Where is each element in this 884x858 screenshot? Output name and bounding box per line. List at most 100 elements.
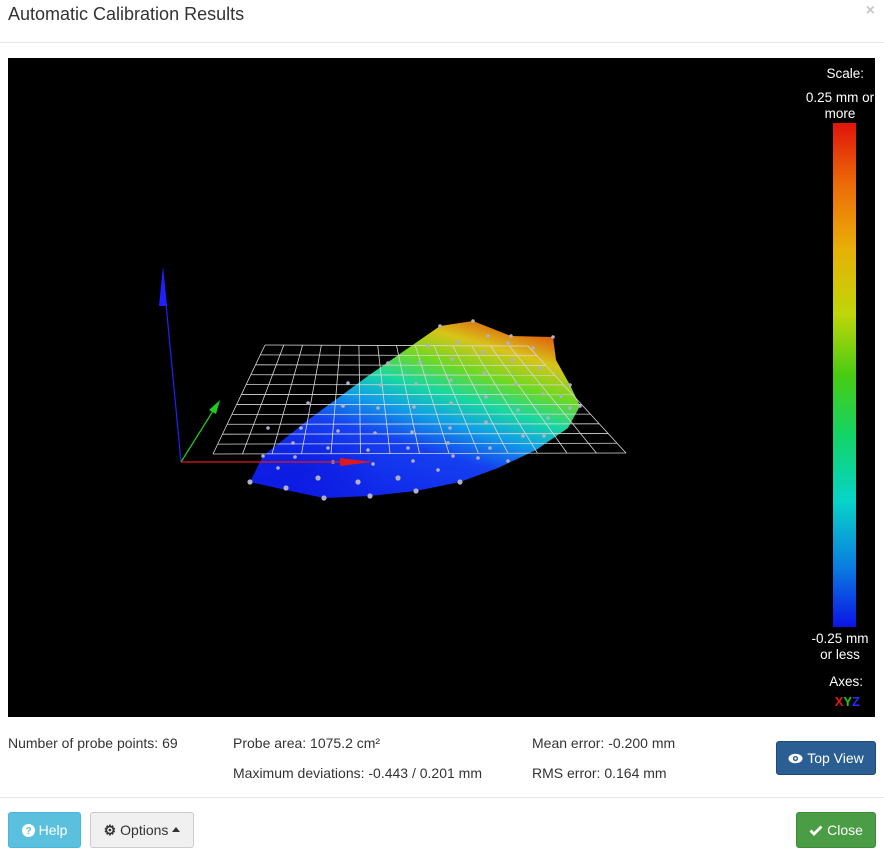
probe-point xyxy=(283,485,288,490)
probe-point xyxy=(276,466,280,470)
svg-text:?: ? xyxy=(25,826,31,837)
top-view-button[interactable]: Top View xyxy=(776,741,876,775)
options-label: Options xyxy=(120,822,168,838)
probe-point xyxy=(376,406,380,410)
probe-point xyxy=(451,454,455,458)
probe-point xyxy=(446,441,450,445)
probe-point xyxy=(568,406,572,410)
probe-point xyxy=(386,361,390,365)
dialog-header: Automatic Calibration Results × xyxy=(0,0,884,43)
help-button[interactable]: ? Help xyxy=(8,812,81,848)
z-axis-arrow xyxy=(159,266,167,306)
scale-max-label: 0.25 mm or more xyxy=(805,90,875,122)
probe-point xyxy=(379,383,383,387)
probe-point xyxy=(546,416,550,420)
probe-point xyxy=(336,429,340,433)
probe-point xyxy=(471,319,475,323)
close-icon[interactable]: × xyxy=(866,2,875,20)
probe-points-count: Number of probe points: 69 xyxy=(8,735,178,751)
probe-point xyxy=(568,383,572,387)
probe-point xyxy=(542,434,546,438)
probe-point xyxy=(413,488,418,493)
probe-point xyxy=(457,479,462,484)
probe-point xyxy=(418,360,422,364)
probe-point xyxy=(412,405,416,409)
probe-point xyxy=(346,381,350,385)
probe-point xyxy=(247,479,252,484)
color-scale-bar xyxy=(833,123,856,627)
question-circle-icon: ? xyxy=(22,824,35,837)
grid-line xyxy=(213,345,265,454)
probe-point xyxy=(516,408,520,412)
probe-point xyxy=(367,493,372,498)
probe-point xyxy=(321,495,326,500)
probe-point xyxy=(326,446,330,450)
probe-point xyxy=(506,341,510,345)
probe-point xyxy=(514,382,518,386)
probe-point xyxy=(481,350,485,354)
close-button[interactable]: Close xyxy=(796,812,876,848)
probe-point xyxy=(299,426,303,430)
probe-point xyxy=(521,434,525,438)
caret-up-icon xyxy=(172,827,180,832)
probe-point xyxy=(406,446,410,450)
gear-icon: ⚙ xyxy=(104,822,117,839)
probe-point xyxy=(306,401,310,405)
axis-z-letter: Z xyxy=(852,694,860,709)
heightmap-surface xyxy=(250,321,580,498)
probe-point xyxy=(456,340,460,344)
probe-point xyxy=(510,358,514,362)
probe-point xyxy=(373,431,377,435)
probe-point xyxy=(486,334,490,338)
probe-point xyxy=(341,404,345,408)
probe-point xyxy=(410,430,414,434)
probe-point xyxy=(484,420,488,424)
probe-point xyxy=(509,334,513,338)
heightmap-canvas[interactable] xyxy=(8,58,875,717)
axis-y-letter: Y xyxy=(843,694,852,709)
probe-point xyxy=(355,479,360,484)
probe-point xyxy=(291,441,295,445)
probe-point xyxy=(426,344,430,348)
probe-point xyxy=(266,426,270,430)
probe-point xyxy=(414,382,418,386)
scale-title: Scale: xyxy=(826,66,864,82)
probe-point xyxy=(538,366,542,370)
top-view-label: Top View xyxy=(807,750,864,766)
dialog-title: Automatic Calibration Results xyxy=(8,4,244,25)
rms-error: RMS error: 0.164 mm xyxy=(532,765,667,781)
probe-point xyxy=(371,462,375,466)
grid-line xyxy=(218,443,617,444)
options-button[interactable]: ⚙ Options xyxy=(90,812,194,848)
probe-point xyxy=(366,448,370,452)
probe-point xyxy=(449,401,453,405)
grid-line xyxy=(243,345,284,454)
probe-point xyxy=(315,475,320,480)
probe-point xyxy=(476,456,480,460)
probe-point xyxy=(448,426,452,430)
eye-icon xyxy=(788,753,803,764)
heightmap-3d-viewer[interactable]: Scale: 0.25 mm or more -0.25 mm or less … xyxy=(8,58,875,717)
checkmark-icon xyxy=(809,825,823,836)
max-deviations: Maximum deviations: -0.443 / 0.201 mm xyxy=(233,765,482,781)
probe-point xyxy=(450,357,454,361)
probe-point xyxy=(482,371,486,375)
axes-legend: XYZ xyxy=(835,694,860,709)
probe-point xyxy=(541,392,545,396)
probe-point xyxy=(506,459,510,463)
probe-point xyxy=(559,394,563,398)
probe-point xyxy=(578,404,582,408)
help-label: Help xyxy=(39,822,68,838)
calibration-stats: Number of probe points: 69 Probe area: 1… xyxy=(0,733,884,793)
probe-point xyxy=(488,446,492,450)
probe-point xyxy=(395,475,400,480)
probe-point xyxy=(484,395,488,399)
close-label: Close xyxy=(827,822,863,838)
probe-point xyxy=(551,335,555,339)
probe-point xyxy=(436,468,440,472)
probe-point xyxy=(438,324,442,328)
axes-label: Axes: xyxy=(829,674,863,690)
probe-point xyxy=(411,459,415,463)
probe-point xyxy=(261,454,265,458)
mean-error: Mean error: -0.200 mm xyxy=(532,735,675,751)
